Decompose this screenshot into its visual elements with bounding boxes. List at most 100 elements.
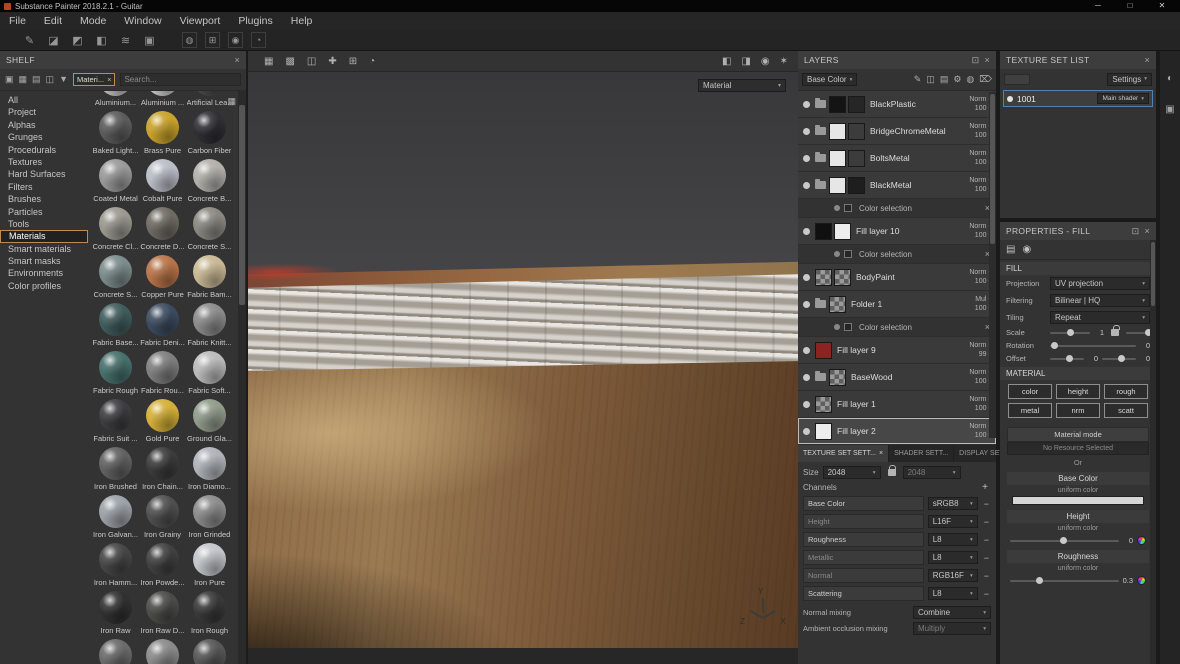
channel-format-dropdown[interactable]: L8 [928, 551, 978, 564]
material-sphere[interactable] [99, 303, 132, 336]
size-dropdown[interactable]: 2048 [823, 466, 881, 479]
remove-channel-button[interactable] [982, 517, 991, 527]
material-sphere[interactable] [99, 591, 132, 624]
layer-mask-thumbnail[interactable] [848, 150, 865, 167]
scrollbar-thumb[interactable] [239, 105, 245, 305]
menu-item[interactable]: Window [115, 12, 170, 30]
channel-format-dropdown[interactable]: L8 [928, 587, 978, 600]
menu-item[interactable]: Help [282, 12, 322, 30]
material-sphere[interactable] [146, 207, 179, 240]
material-sphere[interactable] [99, 543, 132, 576]
channel-name[interactable]: Roughness [803, 532, 924, 547]
material-item[interactable]: Fabric Bam... [186, 255, 233, 303]
remove-filter-icon[interactable]: × [107, 75, 111, 84]
visibility-toggle[interactable] [803, 428, 810, 435]
ao-mixing-dropdown[interactable]: Multiply [913, 622, 991, 635]
menu-item[interactable]: File [0, 12, 35, 30]
channel-name[interactable]: Scattering [803, 586, 924, 601]
material-item[interactable]: Fabric Base... [92, 303, 139, 351]
material-sphere[interactable] [146, 399, 179, 432]
material-sphere[interactable] [99, 255, 132, 288]
layer-mask-thumbnail[interactable] [848, 177, 865, 194]
tablet-pressure-icon[interactable]: ◉ [228, 32, 243, 48]
size-locked-dropdown[interactable]: 2048 [903, 466, 961, 479]
material-item[interactable]: Brass Pure [139, 111, 186, 159]
close-window-button[interactable]: ✕ [1148, 0, 1176, 12]
folder-icon[interactable]: ▣ [5, 74, 14, 85]
height-slider[interactable] [1010, 540, 1119, 542]
fill-properties-icon[interactable]: ▤ [1006, 244, 1015, 255]
material-item[interactable]: Iron Chain... [139, 447, 186, 495]
layer-row[interactable]: Color selection [798, 199, 996, 218]
dual-view-icon[interactable]: ◨ [741, 56, 750, 67]
shelf-category[interactable]: Filters [0, 181, 88, 193]
material-sphere[interactable] [146, 91, 179, 96]
material-sphere[interactable] [99, 447, 132, 480]
material-sphere[interactable] [193, 91, 226, 96]
uv-grid-icon[interactable]: ▦ [264, 56, 273, 67]
pivot-icon[interactable]: ✚ [328, 56, 336, 67]
delete-layer-icon[interactable]: ⌦ [979, 74, 992, 85]
material-item[interactable]: Copper Pure [139, 255, 186, 303]
layer-row[interactable]: Fill layer 10 Norm 100 [798, 218, 996, 245]
material-sphere[interactable] [99, 207, 132, 240]
material-item[interactable]: Iron Hamm... [92, 543, 139, 591]
material-mode-button[interactable]: Material mode [1007, 427, 1149, 442]
material-sphere[interactable] [146, 447, 179, 480]
layer-row[interactable]: Fill layer 1 Norm 100 [798, 391, 996, 418]
layer-thumbnail[interactable] [829, 369, 846, 386]
layer-thumbnail[interactable] [815, 423, 832, 440]
add-effect-icon[interactable]: ✎ [914, 74, 922, 85]
polygon-fill-tool-icon[interactable]: ◧ [94, 34, 109, 47]
material-item[interactable]: Concrete B... [186, 159, 233, 207]
material-properties-icon[interactable]: ◉ [1022, 244, 1031, 255]
offset-x-slider[interactable] [1050, 358, 1084, 360]
layer-thumbnail[interactable] [815, 342, 832, 359]
symmetry-icon[interactable]: ⊞ [205, 32, 220, 48]
material-item[interactable]: Iron Grinded [186, 495, 233, 543]
normal-mixing-dropdown[interactable]: Combine [913, 606, 991, 619]
scrollbar-thumb[interactable] [990, 94, 995, 244]
add-channel-button[interactable]: + [979, 482, 991, 493]
layer-row[interactable]: Color selection [798, 245, 996, 264]
mask-checkbox[interactable] [844, 323, 852, 331]
properties-scrollbar[interactable] [1150, 240, 1156, 664]
blend-mode-dropdown[interactable]: Norm [969, 150, 991, 157]
scale-slider[interactable] [1050, 332, 1090, 334]
remove-channel-button[interactable] [982, 553, 991, 563]
shelf-category[interactable]: Smart materials [0, 243, 88, 255]
tiling-dropdown[interactable]: Repeat [1050, 311, 1150, 324]
channel-toggle-button[interactable]: metal [1008, 403, 1052, 418]
visibility-toggle[interactable] [803, 374, 810, 381]
add-view-icon[interactable]: ⊞ [349, 56, 357, 67]
render-icon[interactable]: ✶ [780, 56, 788, 67]
display-settings-icon[interactable]: ◐ [1167, 73, 1173, 84]
layer-row[interactable]: Fill layer 2 Norm 100 [798, 418, 996, 445]
material-item[interactable]: Gold Pure [139, 399, 186, 447]
list-view-icon[interactable]: ▤ [32, 74, 41, 85]
blend-mode-dropdown[interactable]: Norm [969, 269, 991, 276]
layer-row[interactable]: BridgeChromeMetal Norm 100 [798, 118, 996, 145]
menu-item[interactable]: Viewport [171, 12, 230, 30]
axis-gizmo[interactable]: Y Z X [742, 588, 784, 626]
material-item[interactable]: Carbon Fiber [186, 111, 233, 159]
remove-channel-button[interactable] [982, 499, 991, 509]
layer-thumbnail[interactable] [829, 96, 846, 113]
close-panel-icon[interactable]: × [984, 56, 990, 65]
slider-knob[interactable] [1036, 577, 1043, 584]
material-item[interactable]: Fabric Deni... [139, 303, 186, 351]
layer-mask-thumbnail[interactable] [834, 269, 851, 286]
material-sphere[interactable] [193, 495, 226, 528]
material-sphere[interactable] [146, 543, 179, 576]
shelf-category[interactable]: Environments [0, 267, 88, 279]
roughness-slider[interactable] [1010, 580, 1119, 582]
material-sphere[interactable] [146, 351, 179, 384]
visibility-toggle[interactable] [803, 228, 810, 235]
layer-thumbnail[interactable] [815, 269, 832, 286]
layer-row[interactable]: BoltsMetal Norm 100 [798, 145, 996, 172]
texture-set-visibility-toggle[interactable] [1007, 96, 1013, 102]
material-sphere[interactable] [99, 399, 132, 432]
visibility-toggle[interactable] [803, 347, 810, 354]
material-sphere[interactable] [146, 111, 179, 144]
maximize-button[interactable]: □ [1116, 0, 1144, 12]
